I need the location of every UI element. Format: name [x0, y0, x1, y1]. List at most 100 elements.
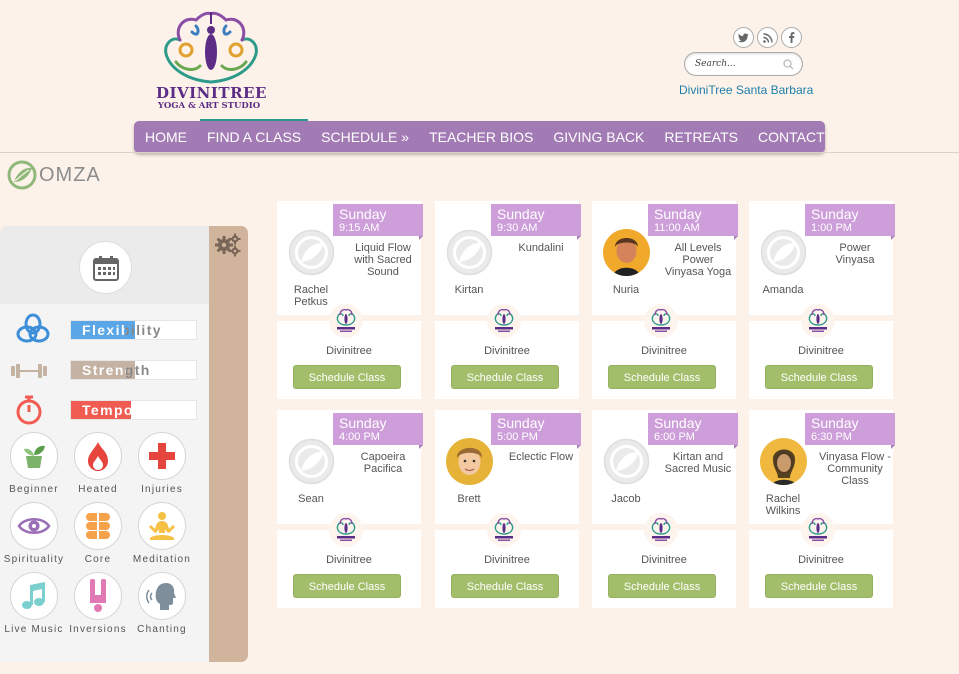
teacher-name[interactable]: Brett: [439, 493, 499, 505]
calendar-button[interactable]: [79, 241, 132, 294]
schedule-class-button[interactable]: Schedule Class: [765, 365, 873, 389]
studio-logo-icon: [808, 308, 828, 332]
rss-icon: [762, 32, 773, 43]
main-nav: HOME FIND A CLASS SCHEDULE » TEACHER BIO…: [134, 119, 825, 153]
search-input[interactable]: [695, 59, 781, 69]
class-card[interactable]: Sunday 6:00 PM Kirtan and Sacred Music Jaco…: [592, 410, 738, 608]
class-name[interactable]: Kundalini: [505, 242, 577, 254]
studio-logo-icon: [336, 517, 356, 541]
nav-find-a-class[interactable]: FIND A CLASS: [199, 119, 309, 145]
schedule-class-button[interactable]: Schedule Class: [608, 365, 716, 389]
avatar-placeholder-icon: [288, 229, 335, 276]
tag-beginner[interactable]: Beginner: [0, 432, 68, 495]
teacher-avatar[interactable]: [603, 229, 650, 276]
class-card[interactable]: Sunday 9:15 AM Liquid Flow with Sacred Sou…: [277, 201, 423, 399]
class-card[interactable]: Sunday 1:00 PM Power Vinyasa Amanda Divinitr…: [749, 201, 895, 399]
tag-injuries[interactable]: Injuries: [128, 432, 196, 495]
teacher-name[interactable]: Nuria: [596, 284, 656, 296]
teacher-name[interactable]: Kirtan: [439, 284, 499, 296]
nav-giving-back[interactable]: GIVING BACK: [553, 129, 644, 145]
class-name[interactable]: Capoeira Pacifica: [347, 451, 419, 475]
teacher-photo: [603, 229, 650, 276]
tag-inversions[interactable]: Inversions: [64, 572, 132, 635]
tempo-bar[interactable]: Tempo: [70, 400, 197, 420]
music-note-icon: [22, 582, 45, 609]
teacher-name[interactable]: Sean: [281, 493, 341, 505]
teacher-avatar[interactable]: [446, 438, 493, 485]
date-tag: Sunday 6:00 PM: [648, 413, 738, 449]
tag-live-music[interactable]: Live Music: [0, 572, 68, 635]
date-tag: Sunday 9:15 AM: [333, 204, 423, 240]
class-time: 4:00 PM: [339, 431, 380, 443]
teacher-name[interactable]: Rachel Petkus: [281, 284, 341, 308]
nav-teacher-bios[interactable]: TEACHER BIOS: [429, 129, 533, 145]
teacher-photo: [760, 438, 807, 485]
search-box[interactable]: [684, 52, 803, 76]
class-card[interactable]: Sunday 9:30 AM Kundalini Kirtan Divinitree Sc…: [435, 201, 581, 399]
facebook-button[interactable]: [781, 27, 802, 48]
class-card[interactable]: Sunday 11:00 AM All Levels Power Vinyasa Y…: [592, 201, 738, 399]
teacher-avatar[interactable]: [603, 438, 650, 485]
calendar-icon: [92, 255, 119, 281]
schedule-class-button[interactable]: Schedule Class: [293, 574, 401, 598]
tag-label: Inversions: [69, 624, 127, 635]
nav-retreats[interactable]: RETREATS: [664, 129, 738, 145]
schedule-class-button[interactable]: Schedule Class: [451, 365, 559, 389]
schedule-class-button[interactable]: Schedule Class: [608, 574, 716, 598]
teacher-avatar[interactable]: [446, 229, 493, 276]
class-name[interactable]: All Levels Power Vinyasa Yoga: [662, 242, 734, 278]
class-name[interactable]: Liquid Flow with Sacred Sound: [347, 242, 419, 278]
class-card[interactable]: Sunday 6:30 PM Vinyasa Flow - Community Cl…: [749, 410, 895, 608]
schedule-class-button[interactable]: Schedule Class: [293, 365, 401, 389]
class-name[interactable]: Eclectic Flow: [505, 451, 577, 463]
class-name[interactable]: Power Vinyasa: [819, 242, 891, 266]
class-time: 1:00 PM: [811, 222, 852, 234]
tag-chanting[interactable]: Chanting: [128, 572, 196, 635]
dumbbell-icon: [9, 356, 49, 386]
teacher-avatar[interactable]: [760, 229, 807, 276]
tag-core[interactable]: Core: [64, 502, 132, 565]
tree-logo-icon: [164, 11, 258, 84]
strength-label: Strength: [82, 362, 151, 378]
class-name[interactable]: Vinyasa Flow - Community Class: [819, 451, 891, 487]
class-card[interactable]: Sunday 4:00 PM Capoeira Pacifica Sean Divini…: [277, 410, 423, 608]
class-day: Sunday: [339, 415, 387, 431]
schedule-class-button[interactable]: Schedule Class: [451, 574, 559, 598]
tag-spirituality[interactable]: Spirituality: [0, 502, 68, 565]
teacher-name[interactable]: Rachel Wilkins: [753, 493, 813, 517]
strength-bar[interactable]: Strength: [70, 360, 197, 380]
omza-logo[interactable]: OMZA: [7, 160, 101, 190]
class-card[interactable]: Sunday 5:00 PM Eclectic Flow Brett Divinitre…: [435, 410, 581, 608]
gears-icon[interactable]: [215, 233, 241, 257]
schedule-class-button[interactable]: Schedule Class: [765, 574, 873, 598]
teacher-name[interactable]: Amanda: [753, 284, 813, 296]
tag-heated[interactable]: Heated: [64, 432, 132, 495]
nav-schedule[interactable]: SCHEDULE »: [321, 129, 409, 145]
stopwatch-icon: [9, 395, 49, 425]
tag-meditation[interactable]: Meditation: [128, 502, 196, 565]
class-time: 6:30 PM: [811, 431, 852, 443]
location-link[interactable]: DiviniTree Santa Barbara: [679, 83, 813, 97]
studio-name: Divinitree: [798, 345, 844, 357]
class-time: 11:00 AM: [654, 222, 700, 234]
teacher-avatar[interactable]: [288, 438, 335, 485]
studio-logo-icon: [808, 517, 828, 541]
teacher-name[interactable]: Jacob: [596, 493, 656, 505]
flame-icon: [88, 442, 108, 471]
class-name[interactable]: Kirtan and Sacred Music: [662, 451, 734, 475]
search-icon[interactable]: [783, 59, 794, 70]
tag-label: Spirituality: [3, 554, 65, 565]
rss-button[interactable]: [757, 27, 778, 48]
studio-logo-icon: [651, 517, 671, 541]
studio-logo-icon: [336, 308, 356, 332]
date-tag: Sunday 9:30 AM: [491, 204, 581, 240]
class-day: Sunday: [811, 415, 859, 431]
nav-home[interactable]: HOME: [145, 129, 187, 145]
teacher-avatar[interactable]: [760, 438, 807, 485]
twitter-button[interactable]: [733, 27, 754, 48]
studio-logo-icon: [651, 308, 671, 332]
nav-contact[interactable]: CONTACT: [758, 129, 825, 145]
teacher-avatar[interactable]: [288, 229, 335, 276]
flexibility-bar[interactable]: Flexibility: [70, 320, 197, 340]
tag-label: Injuries: [141, 484, 183, 495]
